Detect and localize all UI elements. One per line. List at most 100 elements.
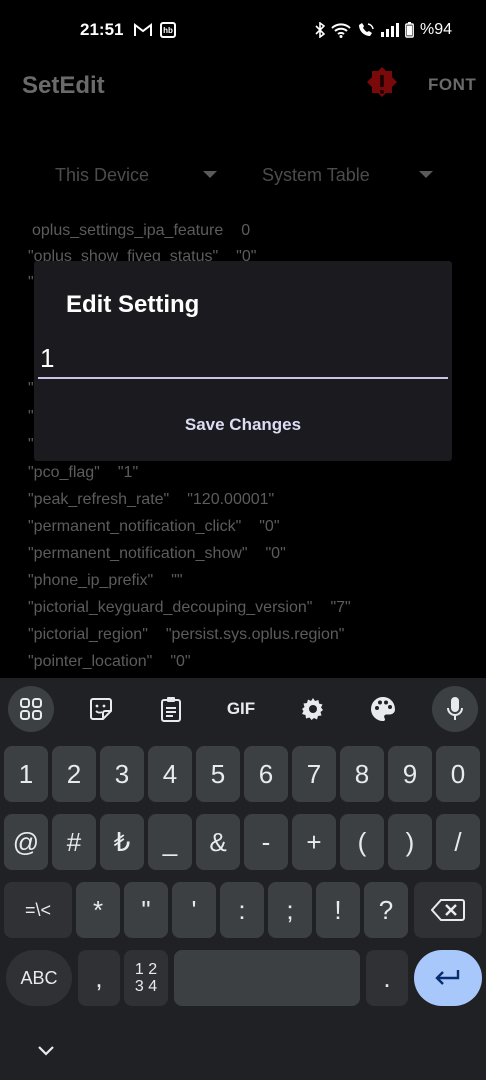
alert-badge-icon[interactable] <box>364 66 400 102</box>
setting-value: "0" <box>170 653 191 670</box>
table-dropdown-label: System Table <box>262 165 370 185</box>
gif-label: GIF <box>226 699 256 718</box>
list-item[interactable]: "permanent_notification_show" "0" <box>28 545 286 563</box>
setting-key: "pco_flag" <box>28 464 100 481</box>
key-semicolon[interactable]: ; <box>268 882 312 938</box>
key-hash[interactable]: # <box>52 814 96 870</box>
app-title: SetEdit <box>22 72 105 99</box>
status-time: 21:51 <box>80 20 124 39</box>
abc-key[interactable]: ABC <box>6 950 72 1006</box>
key-2[interactable]: 2 <box>52 746 96 802</box>
key-5[interactable]: 5 <box>196 746 240 802</box>
chevron-down-icon <box>203 171 217 178</box>
key-colon[interactable]: : <box>220 882 264 938</box>
wifi-icon <box>331 22 351 38</box>
sticker-icon[interactable] <box>78 686 124 732</box>
key-close-paren[interactable]: ) <box>388 814 432 870</box>
setting-value: "120.00001" <box>187 491 275 508</box>
key-underscore[interactable]: _ <box>148 814 192 870</box>
list-item[interactable]: "pictorial_region" "persist.sys.oplus.reg… <box>28 626 344 644</box>
key-8[interactable]: 8 <box>340 746 384 802</box>
list-item: " <box>28 436 34 453</box>
key-minus[interactable]: - <box>244 814 288 870</box>
key-1[interactable]: 1 <box>4 746 48 802</box>
device-dropdown-label: This Device <box>55 165 150 185</box>
bluetooth-icon <box>315 22 325 38</box>
key-at[interactable]: @ <box>4 814 48 870</box>
chevron-down-icon <box>419 171 433 178</box>
setting-value: 0 <box>241 222 251 239</box>
setting-key: "pointer_location" <box>28 653 153 670</box>
enter-icon <box>435 970 460 985</box>
key-6[interactable]: 6 <box>244 746 288 802</box>
list-item[interactable]: "phone_ip_prefix" "" <box>28 572 183 590</box>
key-exclamation[interactable]: ! <box>316 882 360 938</box>
list-item[interactable]: "peak_refresh_rate" "120.00001" <box>28 491 274 509</box>
numpad-label-bottom: 3 4 <box>134 978 158 995</box>
key-double-quote[interactable]: " <box>124 882 168 938</box>
device-dropdown[interactable]: This Device <box>55 165 225 189</box>
mic-icon[interactable] <box>432 686 478 732</box>
palette-icon[interactable] <box>360 686 406 732</box>
keyboard: GIF 1 2 3 4 5 6 7 8 9 0 @ # ₺ _ & - + ( … <box>0 678 486 1080</box>
key-9[interactable]: 9 <box>388 746 432 802</box>
list-item[interactable]: "pictorial_keyguard_decouping_version" "7… <box>28 599 351 617</box>
setting-value-input[interactable] <box>38 339 448 379</box>
setting-value: "7" <box>330 599 351 616</box>
list-item[interactable]: "pointer_location" "0" <box>28 653 191 671</box>
key-0[interactable]: 0 <box>436 746 480 802</box>
setting-value: "0" <box>265 545 286 562</box>
key-comma[interactable]: , <box>78 950 120 1006</box>
key-4[interactable]: 4 <box>148 746 192 802</box>
key-ampersand[interactable]: & <box>196 814 240 870</box>
hide-keyboard-chevron-icon[interactable] <box>36 1040 56 1060</box>
backspace-key[interactable] <box>414 882 482 938</box>
font-button[interactable]: FONT <box>428 75 476 95</box>
list-item[interactable]: "permanent_notification_click" "0" <box>28 518 280 536</box>
numpad-label-top: 1 2 <box>134 961 158 978</box>
setting-key: "pictorial_keyguard_decouping_version" <box>28 599 313 616</box>
key-3[interactable]: 3 <box>100 746 144 802</box>
gmail-icon <box>134 23 152 36</box>
edit-setting-dialog: Edit Setting Save Changes <box>34 261 452 461</box>
key-plus[interactable]: + <box>292 814 336 870</box>
settings-gear-icon[interactable] <box>290 686 336 732</box>
table-dropdown[interactable]: System Table <box>262 165 437 189</box>
dialog-title: Edit Setting <box>66 291 200 318</box>
setting-value: "0" <box>259 518 280 535</box>
setting-key: "phone_ip_prefix" <box>28 572 154 589</box>
battery-icon <box>405 22 414 38</box>
clipboard-icon[interactable] <box>148 686 194 732</box>
wifi-call-icon <box>358 23 374 36</box>
setting-key: "peak_refresh_rate" <box>28 491 170 508</box>
key-asterisk[interactable]: * <box>76 882 120 938</box>
space-bar[interactable] <box>174 950 360 1006</box>
key-7[interactable]: 7 <box>292 746 336 802</box>
key-lira[interactable]: ₺ <box>100 814 144 870</box>
list-item: " <box>28 380 34 397</box>
battery-percent: %94 <box>419 21 452 38</box>
key-question[interactable]: ? <box>364 882 408 938</box>
list-item[interactable]: oplus_settings_ipa_feature 0 <box>32 222 250 240</box>
gif-icon[interactable]: GIF <box>218 686 264 732</box>
numpad-key[interactable]: 1 2 3 4 <box>124 950 168 1006</box>
hb-app-icon: hb <box>160 22 176 38</box>
enter-key[interactable] <box>414 950 482 1006</box>
key-open-paren[interactable]: ( <box>340 814 384 870</box>
setting-key: "permanent_notification_click" <box>28 518 242 535</box>
setting-value: "1" <box>117 464 139 481</box>
save-changes-button[interactable]: Save Changes <box>34 415 452 435</box>
key-single-quote[interactable]: ' <box>172 882 216 938</box>
list-item: " <box>28 408 34 425</box>
apps-grid-icon[interactable] <box>8 686 54 732</box>
status-right-icons: %94 <box>315 21 452 39</box>
list-item: " <box>28 274 34 291</box>
app-bar: SetEdit <box>0 62 486 112</box>
key-more-symbols[interactable]: =\< <box>4 882 72 938</box>
key-slash[interactable]: / <box>436 814 480 870</box>
list-item[interactable]: "pco_flag" "1" <box>28 464 138 482</box>
signal-icon <box>380 23 399 37</box>
key-period[interactable]: . <box>366 950 408 1006</box>
setting-value: "" <box>171 572 183 589</box>
setting-key: "pictorial_region" <box>28 626 148 643</box>
